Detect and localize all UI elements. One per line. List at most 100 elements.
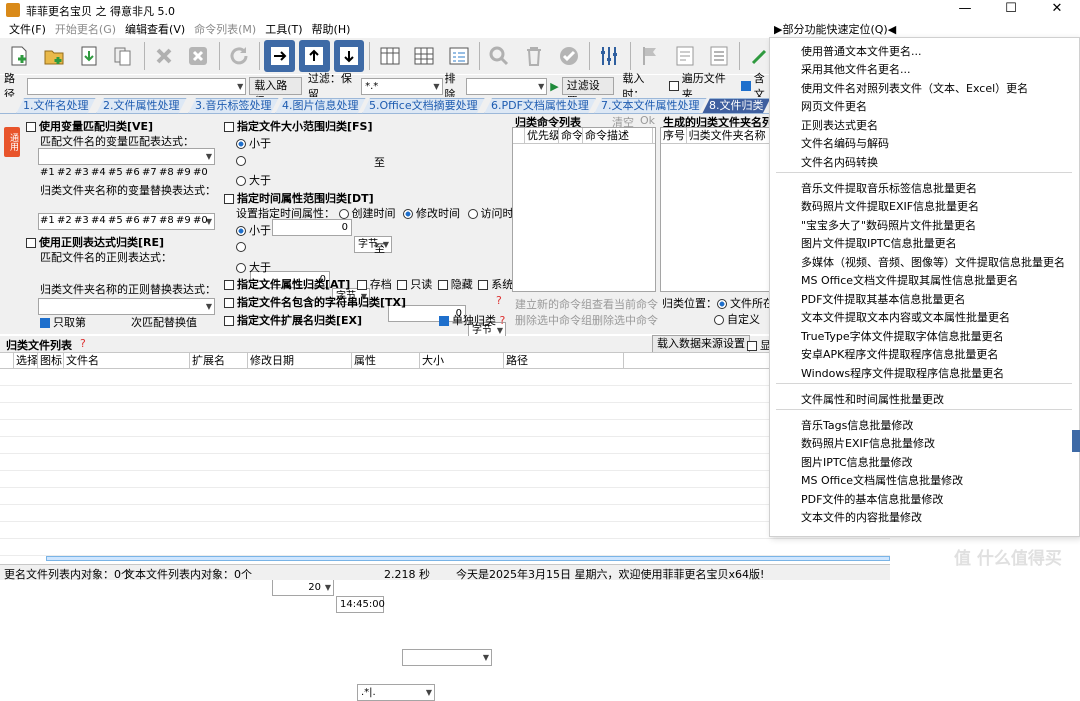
menu-item-office-rename[interactable]: MS Office文档文件提取其属性信息批量更名 xyxy=(801,272,1018,288)
num-3-button[interactable]: #3 xyxy=(74,167,91,178)
num-4-button[interactable]: #4 xyxy=(91,215,108,226)
tab-image-info[interactable]: 4.图片信息处理 xyxy=(275,98,366,114)
num-9-button[interactable]: #9 xyxy=(176,215,193,226)
fs-checkbox[interactable] xyxy=(224,122,234,132)
search-button[interactable] xyxy=(484,40,515,72)
help-icon[interactable]: ? xyxy=(80,337,86,350)
num-0-button[interactable]: #0 xyxy=(193,167,210,178)
filter-input[interactable]: *.* ▼ xyxy=(361,77,443,95)
num-6-button[interactable]: #6 xyxy=(125,215,142,226)
del-cmd-button[interactable]: 删除选中命令 xyxy=(592,312,658,328)
col-attributes[interactable]: 属性 xyxy=(352,353,420,368)
num-8-button[interactable]: #8 xyxy=(159,215,176,226)
fs-range-radio[interactable] xyxy=(236,156,246,166)
accessed-time-radio[interactable] xyxy=(467,209,478,219)
num-5-button[interactable]: #5 xyxy=(108,215,125,226)
menu-help[interactable]: 帮助(H) xyxy=(312,21,351,37)
num-1-button[interactable]: #1 xyxy=(40,167,57,178)
menu-command-list[interactable]: 命令列表(M) xyxy=(194,21,256,37)
refresh-button[interactable] xyxy=(224,40,255,72)
del-cmd-group-button[interactable]: 删除选中命令组 xyxy=(515,312,592,328)
archive-checkbox[interactable] xyxy=(356,280,367,290)
add-folder-button[interactable] xyxy=(39,40,70,72)
fs-less-unit[interactable]: 字节 ▼ xyxy=(354,236,392,253)
dt-more-time[interactable]: 14:45:00 xyxy=(336,596,385,613)
dt-more-radio[interactable] xyxy=(236,263,246,273)
num-5-button[interactable]: #5 xyxy=(108,167,125,178)
num-2-button[interactable]: #2 xyxy=(57,215,74,226)
tx-checkbox[interactable] xyxy=(224,298,234,308)
tab-pdf-attributes[interactable]: 6.PDF文档属性处理 xyxy=(484,98,596,114)
menu-item-webpage-rename[interactable]: 网页文件更名 xyxy=(801,98,867,114)
dt-more-option[interactable]: 大于 xyxy=(236,259,271,275)
fs-more-radio[interactable] xyxy=(236,176,246,186)
num-0-button[interactable]: #0 xyxy=(193,215,210,226)
col-folder-name[interactable]: 归类文件夹名称 xyxy=(687,128,774,143)
num-9-button[interactable]: #9 xyxy=(176,167,193,178)
move-up-button[interactable] xyxy=(298,40,330,72)
grid-button[interactable] xyxy=(409,40,440,72)
delete-button[interactable] xyxy=(149,40,180,72)
new-file-button[interactable] xyxy=(4,40,35,72)
num-4-button[interactable]: #4 xyxy=(91,167,108,178)
fs-less-radio[interactable] xyxy=(236,139,246,149)
view-cmd-button[interactable]: 查看当前命令 xyxy=(592,296,658,312)
exclude-input[interactable]: ▼ xyxy=(465,77,548,95)
menu-item-attributes-modify[interactable]: 文件属性和时间属性批量更改 xyxy=(801,391,944,407)
at-checkbox[interactable] xyxy=(224,280,234,290)
dt-range-option[interactable] xyxy=(236,240,249,253)
clear-button[interactable] xyxy=(183,40,214,72)
col-index[interactable]: 序号 xyxy=(661,128,687,143)
tab-file-attributes[interactable]: 2.文件属性处理 xyxy=(96,98,187,114)
menu-item-iptc-rename[interactable]: 图片文件提取IPTC信息批量更名 xyxy=(801,235,957,251)
menu-item-baby-age-rename[interactable]: "宝宝多大了"数码照片文件批量更名 xyxy=(801,217,976,233)
ex-checkbox[interactable] xyxy=(224,316,234,326)
cmd-list-grid[interactable]: 优先级 命令 命令描述 xyxy=(512,127,656,292)
path-input[interactable]: ▼ xyxy=(27,77,247,95)
menu-item-plain-text-rename[interactable]: 使用普通文本文件更名... xyxy=(801,43,922,59)
num-2-button[interactable]: #2 xyxy=(57,167,74,178)
num-3-button[interactable]: #3 xyxy=(74,215,91,226)
col-extension[interactable]: 扩展名 xyxy=(190,353,248,368)
dt-checkbox[interactable] xyxy=(224,194,234,204)
menu-item-text-rename[interactable]: 文本文件提取文本内容或文本属性批量更名 xyxy=(801,309,1010,325)
menu-item-pdf-rename[interactable]: PDF文件提取其基本信息批量更名 xyxy=(801,291,965,307)
re-match-input[interactable]: ▼ xyxy=(38,298,215,315)
dt-range-radio[interactable] xyxy=(236,242,246,252)
col-path[interactable]: 路径 xyxy=(504,353,624,368)
show-checkbox[interactable] xyxy=(747,341,757,351)
created-time-radio[interactable] xyxy=(338,209,349,219)
menu-item-multimedia-rename[interactable]: 多媒体（视频、音频、图像等）文件提取信息批量更名 xyxy=(801,254,1065,270)
num-6-button[interactable]: #6 xyxy=(125,167,142,178)
col-command[interactable]: 命令 xyxy=(559,128,583,143)
columns-button[interactable] xyxy=(374,40,405,72)
traverse-checkbox[interactable] xyxy=(668,81,679,91)
form-button[interactable] xyxy=(444,40,475,72)
menu-item-pdf-modify[interactable]: PDF文件的基本信息批量修改 xyxy=(801,491,943,507)
cmd-ok-button[interactable]: Ok xyxy=(640,114,655,127)
pos-custom-radio[interactable] xyxy=(714,315,724,325)
tab-text-attributes[interactable]: 7.文本文件属性处理 xyxy=(594,98,707,114)
menu-item-list-file-rename[interactable]: 使用文件名对照列表文件（文本、Excel）更名 xyxy=(801,80,1028,96)
tab-filename[interactable]: 1.文件名处理 xyxy=(16,98,96,114)
single-classify-checkbox[interactable] xyxy=(439,316,449,326)
minimize-button[interactable]: — xyxy=(942,0,988,20)
only-first-checkbox[interactable] xyxy=(40,318,50,328)
quick-position-menu[interactable]: ▶部分功能快速定位(Q)◀ xyxy=(774,21,896,37)
tab-office-summary[interactable]: 5.Office文档摘要处理 xyxy=(362,98,485,114)
col-select[interactable]: 选择 xyxy=(14,353,38,368)
re-checkbox[interactable] xyxy=(26,238,36,248)
menu-file[interactable]: 文件(F) xyxy=(9,21,46,37)
menu-item-apk-rename[interactable]: 安卓APK程序文件提取程序信息批量更名 xyxy=(801,346,998,362)
menu-item-music-tags-rename[interactable]: 音乐文件提取音乐标签信息批量更名 xyxy=(801,180,977,196)
menu-item-truetype-rename[interactable]: TrueType字体文件提取字体信息批量更名 xyxy=(801,328,1004,344)
tab-music-tags[interactable]: 3.音乐标签处理 xyxy=(188,98,279,114)
num-7-button[interactable]: #7 xyxy=(142,215,159,226)
move-down-button[interactable] xyxy=(333,40,365,72)
import-button[interactable] xyxy=(73,40,104,72)
maximize-button[interactable]: ☐ xyxy=(988,0,1034,20)
menu-tools[interactable]: 工具(T) xyxy=(265,21,302,37)
trash-button[interactable] xyxy=(519,40,550,72)
tab-general[interactable]: 通用 xyxy=(4,127,20,157)
menu-item-regex-rename[interactable]: 正则表达式更名 xyxy=(801,117,878,133)
